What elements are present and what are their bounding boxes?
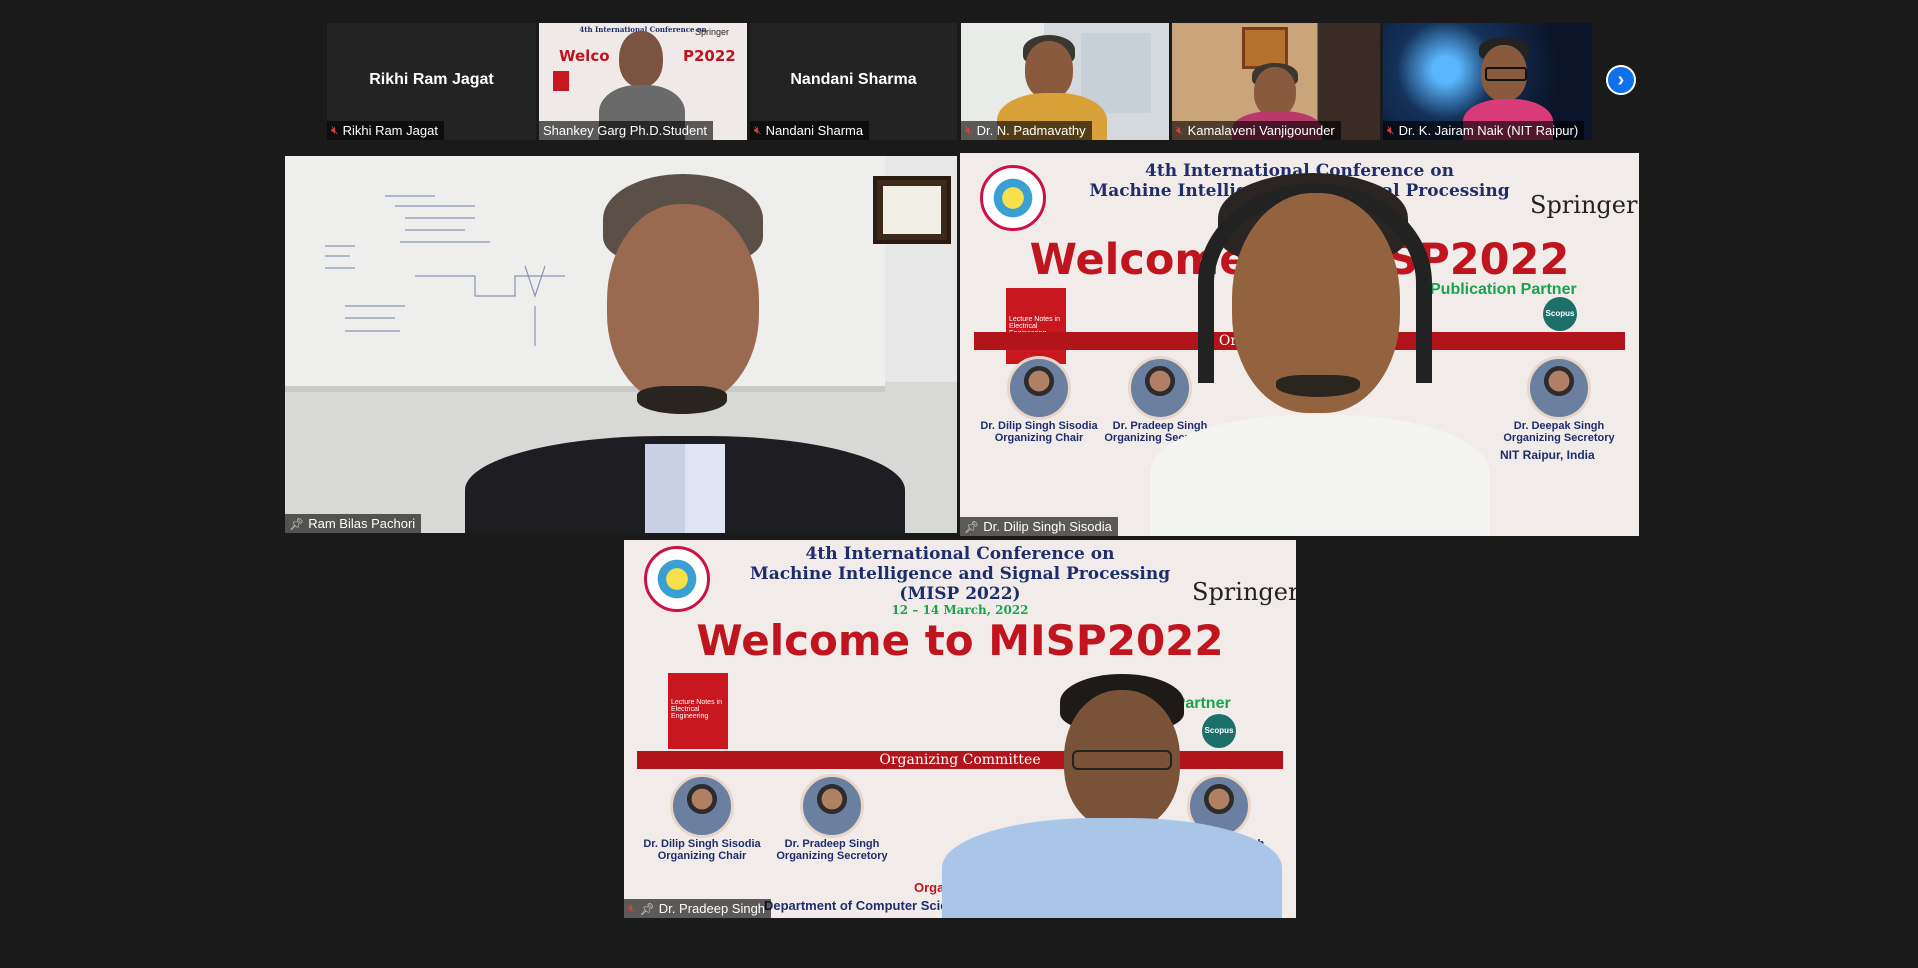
- participant-name: Rikhi Ram Jagat: [369, 70, 494, 88]
- participant-label: 📌︎ Dr. Dilip Singh Sisodia: [960, 517, 1118, 536]
- video-tile-kamalaveni[interactable]: 🔇︎ Kamalaveni Vanjigounder: [1172, 23, 1380, 140]
- video-tile-nandani[interactable]: Nandani Sharma 🔇︎ Nandani Sharma: [750, 23, 957, 140]
- next-page-button[interactable]: ›: [1606, 65, 1636, 95]
- video-tile-dilip[interactable]: 4th International Conference on Machine …: [960, 153, 1639, 536]
- video-tile-shankey[interactable]: 4th International Conference on Welco P2…: [539, 23, 747, 140]
- mic-muted-icon: 🔇︎: [1176, 123, 1184, 137]
- participant-label: 🔇︎ Dr. K. Jairam Naik (NIT Raipur): [1383, 121, 1585, 140]
- participant-label: 🔇︎ Nandani Sharma: [750, 121, 870, 140]
- video-tile-ram-bilas[interactable]: 📌︎ Ram Bilas Pachori: [285, 156, 957, 533]
- chevron-right-icon: ›: [1617, 68, 1625, 91]
- mic-muted-icon: 🔇︎: [1387, 123, 1395, 137]
- participant-name: Nandani Sharma: [790, 70, 917, 88]
- pin-icon: 📌︎: [289, 516, 305, 531]
- participant-label: 🔇︎ Kamalaveni Vanjigounder: [1172, 121, 1341, 140]
- video-tile-rikhi[interactable]: Rikhi Ram Jagat 🔇︎ Rikhi Ram Jagat: [327, 23, 536, 140]
- mic-muted-icon: 🔇︎: [965, 123, 973, 137]
- mustache: [1276, 375, 1360, 397]
- mustache: [637, 386, 727, 414]
- participant-label: 🔇︎ Rikhi Ram Jagat: [327, 121, 444, 140]
- video-tile-padmavathy[interactable]: 🔇︎ Dr. N. Padmavathy: [961, 23, 1169, 140]
- mic-muted-icon: 🔇︎: [628, 901, 636, 915]
- mic-muted-icon: 🔇︎: [331, 123, 339, 137]
- whiteboard: [285, 156, 885, 392]
- participant-label: 📌︎ Ram Bilas Pachori: [285, 514, 422, 533]
- participant-label: 🔇︎ 📌︎ Dr. Pradeep Singh: [624, 899, 772, 918]
- pin-icon: 📌︎: [639, 901, 655, 916]
- participant-label: 🔇︎ Dr. N. Padmavathy: [961, 121, 1092, 140]
- mic-muted-icon: 🔇︎: [754, 123, 762, 137]
- springer-logo: Springer: [1530, 191, 1638, 219]
- participant-label: Shankey Garg Ph.D.Student: [539, 121, 714, 140]
- springer-logo: Springer: [1192, 578, 1296, 606]
- video-tile-pradeep[interactable]: 4th International Conference on Machine …: [624, 540, 1296, 918]
- video-tile-jairam[interactable]: 🔇︎ Dr. K. Jairam Naik (NIT Raipur): [1383, 23, 1592, 140]
- pin-icon: 📌︎: [964, 519, 980, 534]
